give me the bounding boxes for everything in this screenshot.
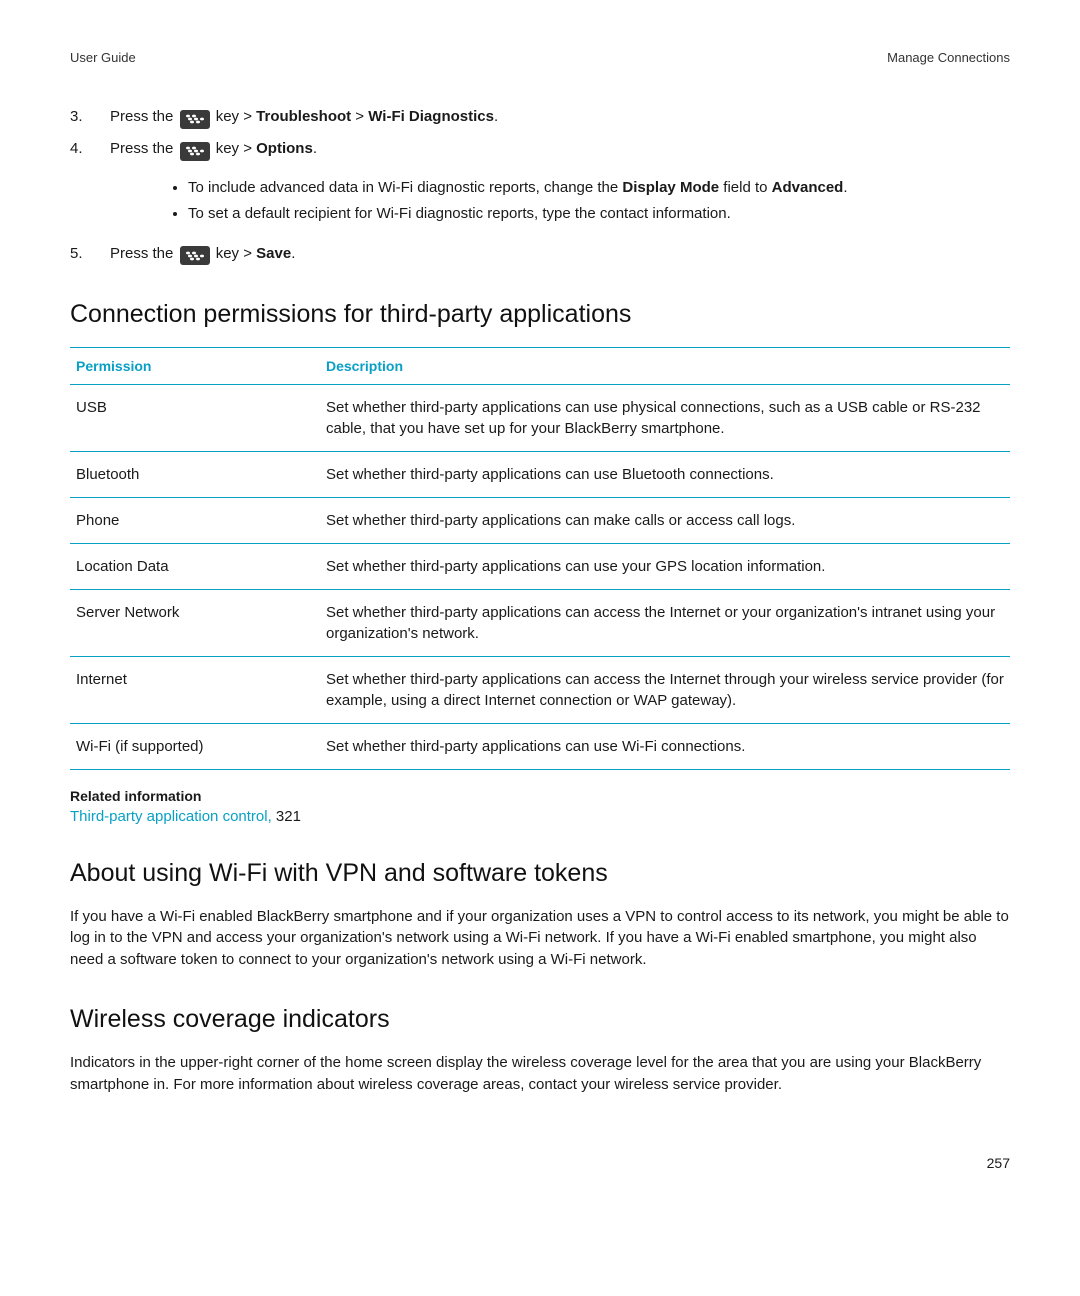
sub-bullet-list: To include advanced data in Wi-Fi diagno… [170,175,1010,228]
section-heading: Wireless coverage indicators [70,1005,1010,1034]
permissions-table: Permission Description USBSet whether th… [70,347,1010,770]
section-heading: About using Wi-Fi with VPN and software … [70,859,1010,888]
related-link-text[interactable]: Third-party application control, [70,808,272,825]
table-row: BluetoothSet whether third-party applica… [70,451,1010,497]
page-number: 257 [70,1155,1010,1171]
table-row: InternetSet whether third-party applicat… [70,656,1010,723]
step-sub-container: To include advanced data in Wi-Fi diagno… [70,169,1010,234]
permission-name: Bluetooth [70,451,320,497]
permission-name: Phone [70,497,320,543]
body-paragraph: If you have a Wi-Fi enabled BlackBerry s… [70,906,1010,971]
blackberry-key-icon [180,142,210,161]
document-page: User Guide Manage Connections 3.Press th… [0,0,1080,1211]
header-right: Manage Connections [887,50,1010,65]
related-link-page: 321 [272,808,301,825]
step-body: Press the key > Save. [110,242,1010,266]
sub-bullet-item: To include advanced data in Wi-Fi diagno… [188,175,1010,201]
permission-description: Set whether third-party applications can… [320,723,1010,769]
related-link[interactable]: Third-party application control, 321 [70,808,1010,825]
permission-description: Set whether third-party applications can… [320,384,1010,451]
table-header-permission: Permission [70,347,320,384]
sub-bullet-item: To set a default recipient for Wi-Fi dia… [188,201,1010,227]
bold-text: Troubleshoot [256,108,351,125]
step-body: Press the key > Troubleshoot > Wi-Fi Dia… [110,105,1010,129]
permission-description: Set whether third-party applications can… [320,497,1010,543]
permission-description: Set whether third-party applications can… [320,589,1010,656]
permission-name: Server Network [70,589,320,656]
table-row: Wi-Fi (if supported)Set whether third-pa… [70,723,1010,769]
running-header: User Guide Manage Connections [70,50,1010,65]
step-item: 4.Press the key > Options. [70,137,1010,161]
bold-text: Options [256,140,313,157]
step-item: 3.Press the key > Troubleshoot > Wi-Fi D… [70,105,1010,129]
permission-name: Wi-Fi (if supported) [70,723,320,769]
table-row: Server NetworkSet whether third-party ap… [70,589,1010,656]
permission-name: Internet [70,656,320,723]
table-row: PhoneSet whether third-party application… [70,497,1010,543]
bold-text: Wi-Fi Diagnostics [368,108,494,125]
blackberry-key-icon [180,110,210,129]
permission-description: Set whether third-party applications can… [320,451,1010,497]
step-item: 5.Press the key > Save. [70,242,1010,266]
header-left: User Guide [70,50,136,65]
blackberry-key-icon [180,246,210,265]
permission-description: Set whether third-party applications can… [320,543,1010,589]
table-row: Location DataSet whether third-party app… [70,543,1010,589]
step-number: 3. [70,105,110,129]
bold-text: Save [256,245,291,262]
bold-text: Display Mode [622,179,719,196]
permission-name: Location Data [70,543,320,589]
permission-name: USB [70,384,320,451]
body-paragraph: Indicators in the upper-right corner of … [70,1052,1010,1096]
step-number: 5. [70,242,110,266]
bold-text: Advanced [772,179,844,196]
step-list: 3.Press the key > Troubleshoot > Wi-Fi D… [70,105,1010,266]
permission-description: Set whether third-party applications can… [320,656,1010,723]
step-number: 4. [70,137,110,161]
related-info-heading: Related information [70,788,1010,804]
table-row: USBSet whether third-party applications … [70,384,1010,451]
section-heading: Connection permissions for third-party a… [70,300,1010,329]
table-header-description: Description [320,347,1010,384]
step-body: Press the key > Options. [110,137,1010,161]
